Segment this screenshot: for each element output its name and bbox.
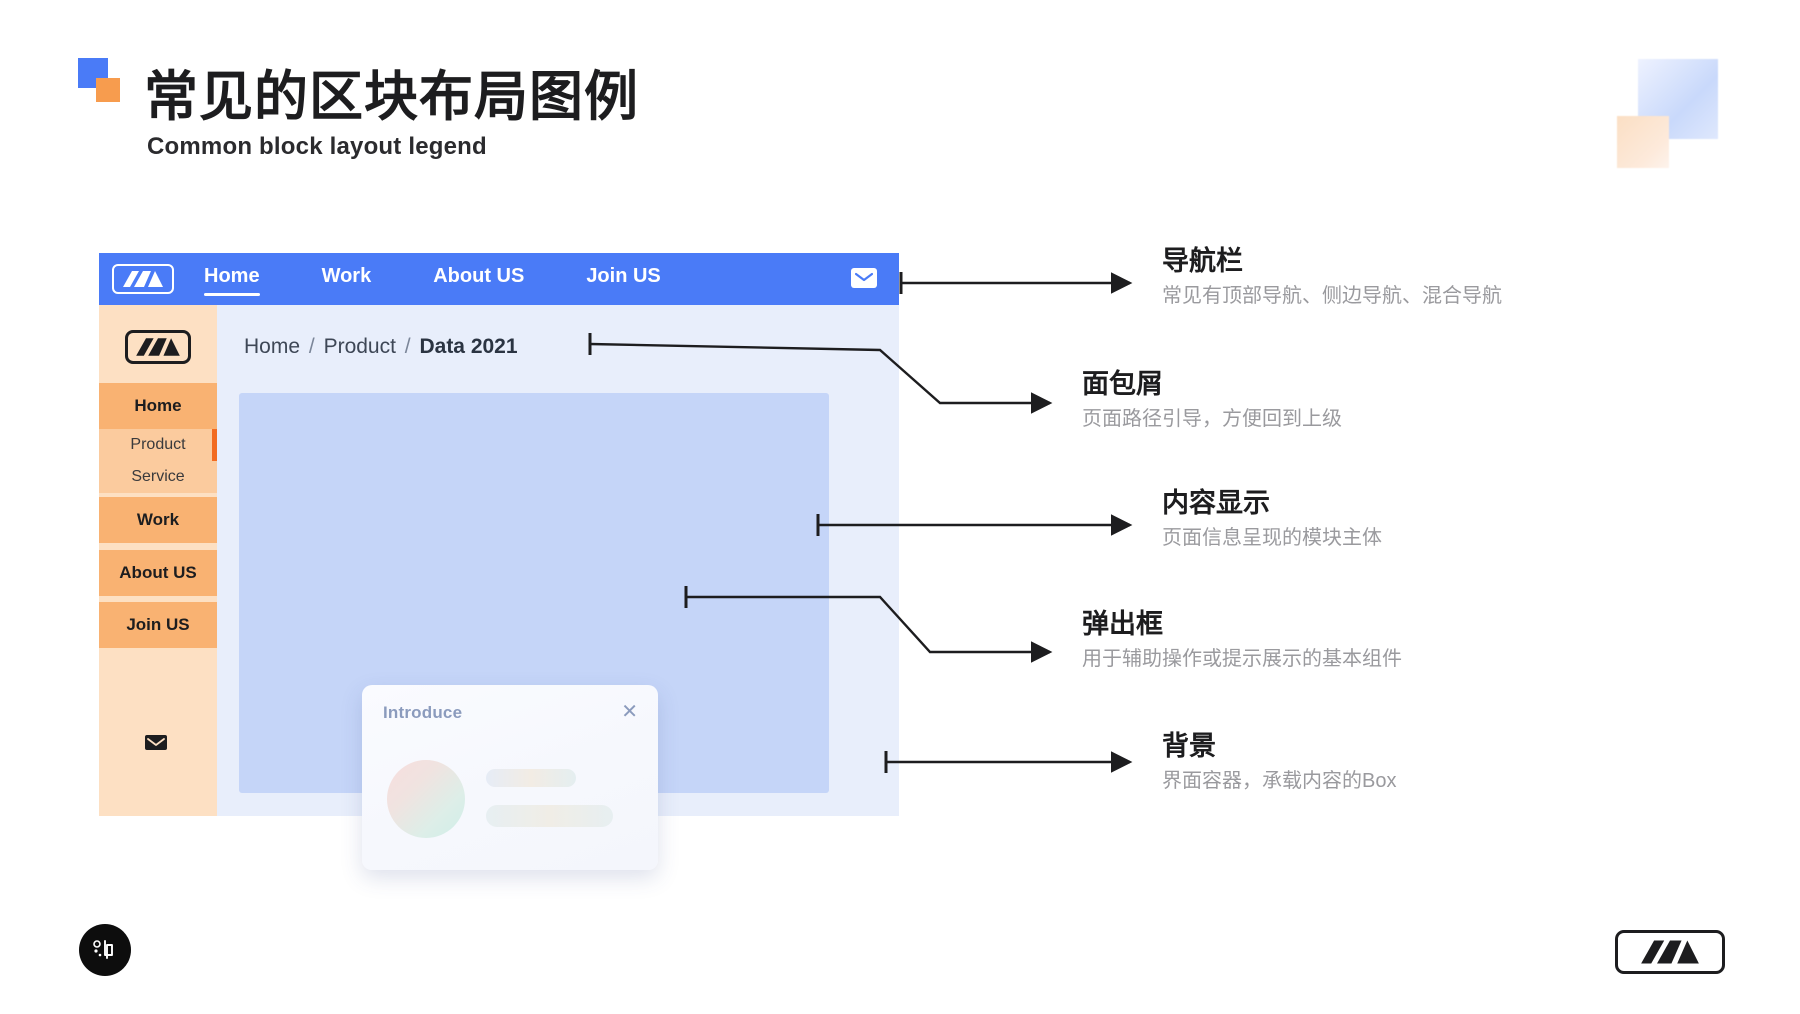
annotation-modal: 弹出框 用于辅助操作或提示展示的基本组件 xyxy=(1082,608,1402,671)
mountain-logo-icon[interactable] xyxy=(112,264,174,294)
modal-title: Introduce xyxy=(383,703,463,722)
sidebar-item-home[interactable]: Home xyxy=(99,383,217,429)
sidebar-mountain-logo-glyph xyxy=(136,338,180,356)
modal-placeholder-line-1 xyxy=(486,769,576,787)
annotation-modal-title: 弹出框 xyxy=(1082,609,1163,639)
annotation-breadcrumb-title: 面包屑 xyxy=(1082,369,1163,399)
sidebar-item-product[interactable]: Product xyxy=(99,429,217,461)
sidebar-item-service[interactable]: Service xyxy=(99,461,217,493)
sidebar-mail-icon[interactable] xyxy=(143,732,169,752)
title-mark-icon xyxy=(78,58,122,102)
page-title: 常见的区块布局图例 xyxy=(144,67,639,127)
mock-browser-window: Home Work About US Join US Home Product … xyxy=(99,253,899,870)
slide-canvas: 常见的区块布局图例 Common block layout legend Hom… xyxy=(0,0,1800,1014)
sidebar-item-join-us[interactable]: Join US xyxy=(99,602,217,648)
mail-glyph xyxy=(855,272,873,282)
sidebar-mail-glyph xyxy=(145,734,167,750)
mock-topnav-items: Home Work About US Join US xyxy=(204,265,723,296)
modal-placeholder-line-2 xyxy=(486,805,613,827)
breadcrumb-separator: / xyxy=(308,335,315,358)
mock-sidebar: Home Product Service Work About US Join … xyxy=(99,305,217,816)
breadcrumb-item-home[interactable]: Home xyxy=(244,335,300,358)
nav-item-work[interactable]: Work xyxy=(322,265,372,294)
title-mark-orange-square xyxy=(96,78,120,102)
nav-item-home[interactable]: Home xyxy=(204,265,260,296)
footer-mountain-logo-glyph xyxy=(1641,940,1699,964)
mail-icon[interactable] xyxy=(851,268,877,288)
avatar xyxy=(387,760,465,838)
annotation-breadcrumb-subtitle: 页面路径引导，方便回到上级 xyxy=(1082,408,1342,431)
annotation-background-subtitle: 界面容器，承载内容的Box xyxy=(1162,770,1397,793)
page-subtitle: Common block layout legend xyxy=(147,133,487,160)
annotation-navbar-subtitle: 常见有顶部导航、侧边导航、混合导航 xyxy=(1162,285,1502,308)
annotation-background: 背景 界面容器，承载内容的Box xyxy=(1162,730,1396,793)
footer-brand-glyph xyxy=(93,940,113,959)
annotation-content: 内容显示 页面信息呈现的模块主体 xyxy=(1162,487,1382,550)
mountain-logo-glyph xyxy=(123,271,163,287)
footer-mountain-logo-icon xyxy=(1615,930,1725,974)
annotation-background-title: 背景 xyxy=(1162,731,1216,761)
sidebar-item-work[interactable]: Work xyxy=(99,497,217,543)
decor-square-orange xyxy=(1617,116,1669,168)
close-icon[interactable]: ✕ xyxy=(621,702,638,722)
sidebar-mountain-logo-icon[interactable] xyxy=(125,330,191,364)
nav-item-join-us[interactable]: Join US xyxy=(586,265,660,294)
annotation-content-title: 内容显示 xyxy=(1162,488,1270,518)
nav-item-about-us[interactable]: About US xyxy=(433,265,524,294)
breadcrumb-separator: / xyxy=(404,335,411,358)
annotation-content-subtitle: 页面信息呈现的模块主体 xyxy=(1162,527,1382,550)
annotation-modal-subtitle: 用于辅助操作或提示展示的基本组件 xyxy=(1082,648,1402,671)
annotation-navbar-title: 导航栏 xyxy=(1162,246,1243,276)
breadcrumb: Home / Product / Data 2021 xyxy=(244,335,518,359)
annotation-breadcrumb: 面包屑 页面路径引导，方便回到上级 xyxy=(1082,368,1342,431)
breadcrumb-item-product[interactable]: Product xyxy=(324,335,396,358)
sidebar-item-about-us[interactable]: About US xyxy=(99,550,217,596)
mock-topnav: Home Work About US Join US xyxy=(99,253,899,305)
annotation-navbar: 导航栏 常见有顶部导航、侧边导航、混合导航 xyxy=(1162,245,1502,308)
breadcrumb-item-current: Data 2021 xyxy=(419,335,518,358)
footer-brand-badge-icon xyxy=(79,924,131,976)
modal-dialog: Introduce ✕ xyxy=(362,685,658,870)
